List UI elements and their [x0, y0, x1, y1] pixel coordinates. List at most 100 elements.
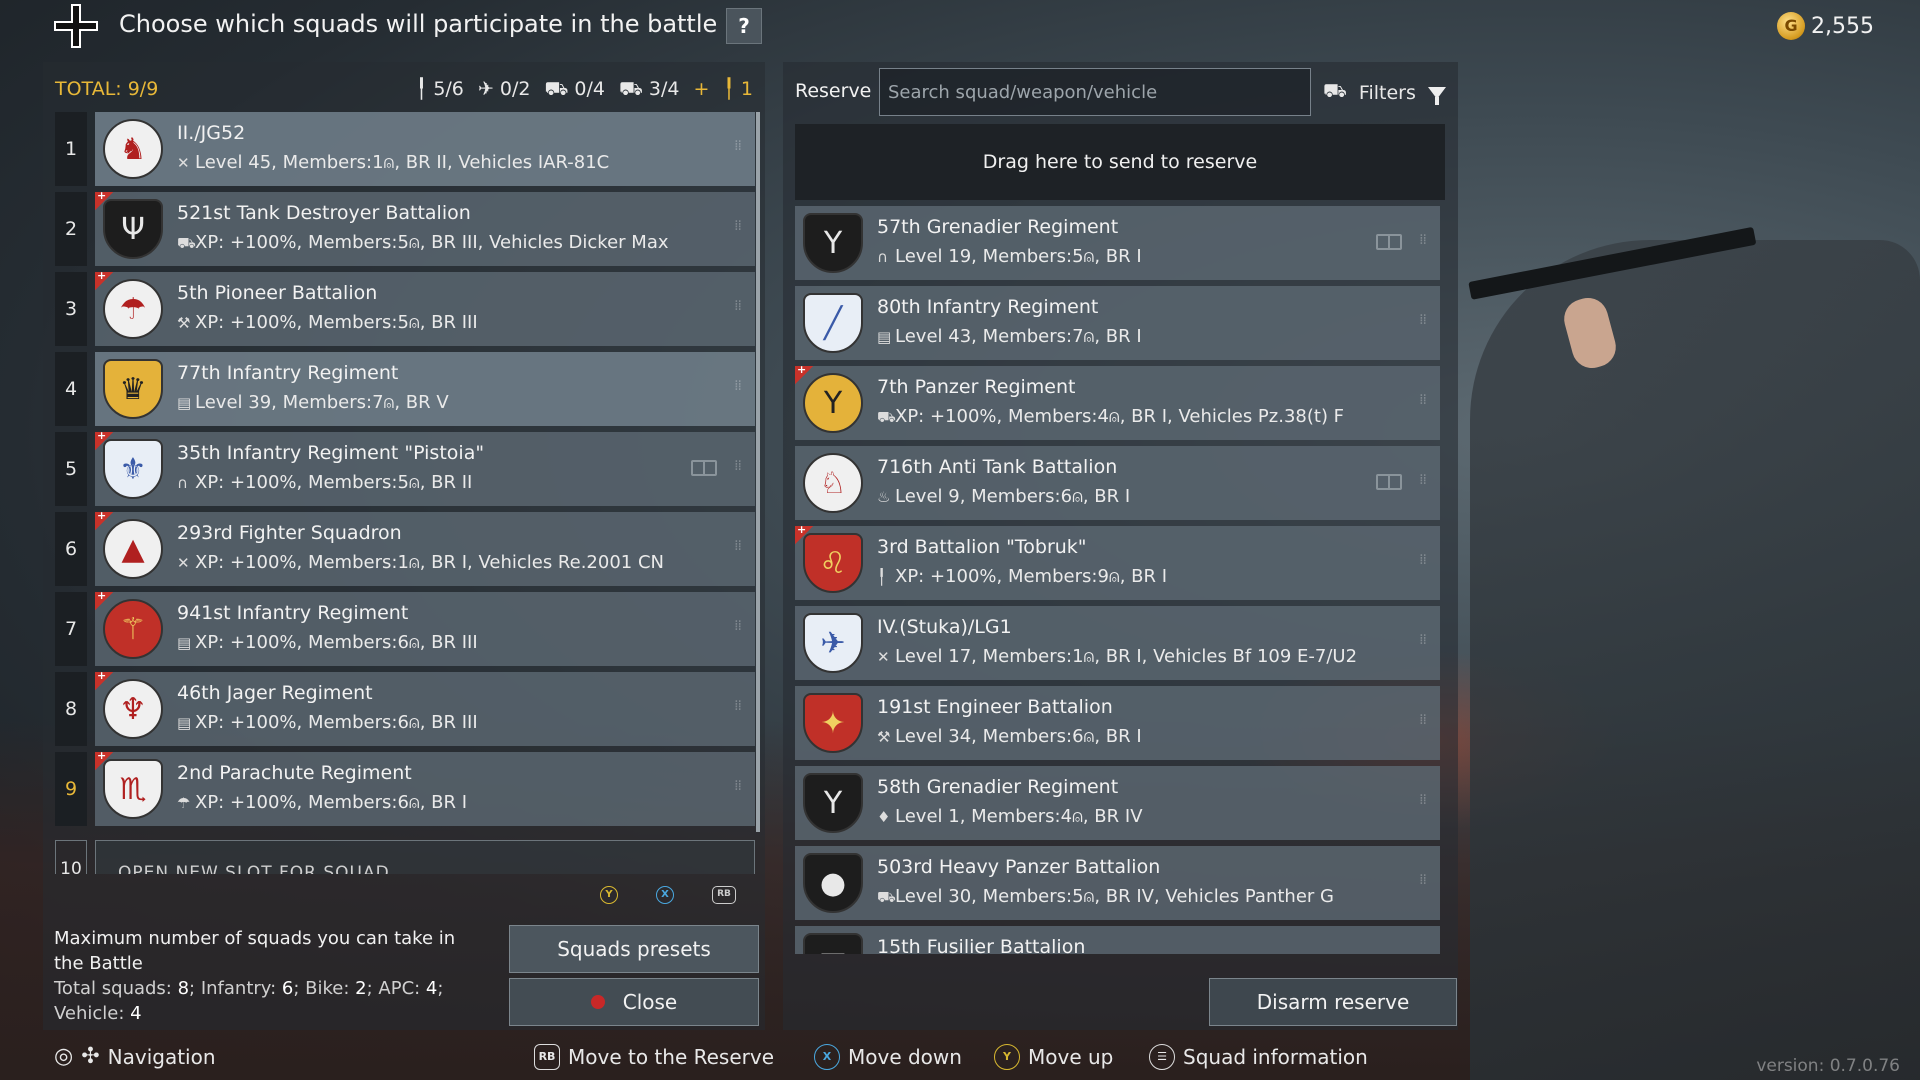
drag-handle-icon[interactable]: ⁞⁞: [1419, 952, 1427, 954]
vehicle-swap-icon[interactable]: [1376, 234, 1402, 250]
squads-presets-button[interactable]: Squads presets: [509, 925, 759, 973]
squad-row[interactable]: ♘ 716th Anti Tank Battalion ♨ Level 9, Me…: [795, 446, 1445, 520]
filters-button[interactable]: ⛟ Filters: [1323, 80, 1446, 105]
squad-card[interactable]: ■ 15th Fusilier Battalion ⁞⁞: [795, 926, 1440, 954]
squad-card[interactable]: ♏ 2nd Parachute Regiment ☂XP: +100%, Mem…: [95, 749, 755, 826]
vehicle-swap-icon[interactable]: [691, 460, 717, 476]
drag-handle-icon[interactable]: ⁞⁞: [734, 298, 742, 314]
slot-number: 8: [55, 672, 87, 746]
squad-card[interactable]: ♞ II./JG52 ✕ Level 45, Members:1⍝, BR II,…: [95, 112, 755, 186]
drag-handle-icon[interactable]: ⁞⁞: [1419, 792, 1427, 808]
slot-number: 1: [55, 112, 87, 186]
squad-name: 191st Engineer Battalion: [877, 696, 1113, 718]
squad-row[interactable]: 7 ⚚ 941st Infantry Regiment ▤XP: +100%, …: [55, 589, 755, 666]
squad-card[interactable]: ♛ 77th Infantry Regiment ▤ Level 39, Memb…: [95, 352, 755, 426]
squad-row[interactable]: 3 ☂ 5th Pioneer Battalion ⚒XP: +100%, Me…: [55, 269, 755, 346]
disarm-reserve-button[interactable]: Disarm reserve: [1209, 978, 1457, 1026]
close-button[interactable]: Close: [509, 978, 759, 1026]
squad-card[interactable]: ⚜ 35th Infantry Regiment "Pistoia" ∩XP: …: [95, 429, 755, 506]
add-slot-icon[interactable]: +: [694, 78, 710, 103]
grenadier-emblem: Y: [803, 213, 863, 273]
drag-handle-icon[interactable]: ⁞⁞: [1419, 392, 1427, 408]
squad-information-hint[interactable]: ☰ Squad information: [1149, 1044, 1368, 1070]
squad-card[interactable]: ╱ 80th Infantry Regiment ▤ Level 43, Memb…: [795, 286, 1440, 360]
squad-row[interactable]: Y 7th Panzer Regiment ⛟XP: +100%, Member…: [795, 363, 1445, 440]
drag-handle-icon[interactable]: ⁞⁞: [1419, 872, 1427, 888]
squad-row[interactable]: ♌ 3rd Battalion "Tobruk" ╿XP: +100%, Mem…: [795, 523, 1445, 600]
battle-squads-panel: TOTAL: 9/9 ╿ 5/6 ✈ 0/2 ⛟ 0/4 ⛟ 3/4 + ╿ 1…: [43, 62, 765, 1030]
top-bar: Choose which squads will participate in …: [0, 0, 1920, 52]
squad-card[interactable]: ✦ 191st Engineer Battalion ⚒ Level 34, Me…: [795, 686, 1440, 760]
drag-handle-icon[interactable]: ⁞⁞: [1419, 232, 1427, 248]
move-down-hint[interactable]: X Move down: [814, 1044, 962, 1070]
squad-card[interactable]: ♆ 46th Jager Regiment ▤XP: +100%, Member…: [95, 669, 755, 746]
open-new-slot-button[interactable]: OPEN NEW SLOT FOR SQUAD: [95, 840, 755, 874]
navigation-hint[interactable]: ◎ ✣ Navigation: [54, 1044, 216, 1069]
max-squads-description: Maximum number of squads you can take in…: [54, 928, 456, 974]
squad-card[interactable]: Y 58th Grenadier Regiment ♦ Level 1, Memb…: [795, 766, 1440, 840]
drag-handle-icon[interactable]: ⁞⁞: [734, 538, 742, 554]
drag-handle-icon[interactable]: ⁞⁞: [1419, 712, 1427, 728]
slot-number: 9: [55, 752, 87, 826]
squad-info: ▤ Level 39, Members:7⍝, BR V: [177, 392, 449, 413]
drag-handle-icon[interactable]: ⁞⁞: [734, 378, 742, 394]
squad-row[interactable]: ■ 15th Fusilier Battalion ⁞⁞: [795, 926, 1445, 954]
squad-row[interactable]: 5 ⚜ 35th Infantry Regiment "Pistoia" ∩XP…: [55, 429, 755, 506]
squad-row[interactable]: 4 ♛ 77th Infantry Regiment ▤ Level 39, Me…: [55, 352, 755, 426]
drag-handle-icon[interactable]: ⁞⁞: [1419, 472, 1427, 488]
squad-card[interactable]: Y 7th Panzer Regiment ⛟XP: +100%, Member…: [795, 363, 1440, 440]
squad-info: ▤ XP: +100%, Members:6⍝, BR III: [177, 712, 478, 733]
squad-info: ▤ Level 43, Members:7⍝, BR I: [877, 326, 1142, 347]
air-count: ✈ 0/2: [477, 78, 531, 100]
drag-handle-icon[interactable]: ⁞⁞: [1419, 552, 1427, 568]
filters-label: Filters: [1358, 81, 1416, 104]
drag-handle-icon[interactable]: ⁞⁞: [734, 698, 742, 714]
y-key-icon: Y: [994, 1044, 1020, 1070]
squad-row[interactable]: ╱ 80th Infantry Regiment ▤ Level 43, Memb…: [795, 286, 1445, 360]
squad-card[interactable]: ♘ 716th Anti Tank Battalion ♨ Level 9, Me…: [795, 446, 1440, 520]
squad-row[interactable]: ✈ IV.(Stuka)/LG1 ✕ Level 17, Members:1⍝, …: [795, 606, 1445, 680]
drag-handle-icon[interactable]: ⁞⁞: [1419, 312, 1427, 328]
move-up-hint[interactable]: Y Move up: [994, 1044, 1113, 1070]
squad-row[interactable]: ✦ 191st Engineer Battalion ⚒ Level 34, Me…: [795, 686, 1445, 760]
squad-row[interactable]: 6 ▲ 293rd Fighter Squadron ✕XP: +100%, M…: [55, 509, 755, 586]
squad-info: ✕ Level 45, Members:1⍝, BR II, Vehicles I…: [177, 152, 610, 173]
squad-card[interactable]: ♌ 3rd Battalion "Tobruk" ╿XP: +100%, Mem…: [795, 523, 1440, 600]
drag-handle-icon[interactable]: ⁞⁞: [734, 618, 742, 634]
tank-count: ⛟ 3/4: [618, 78, 680, 100]
vehicle-swap-icon[interactable]: [1376, 474, 1402, 490]
drag-handle-icon[interactable]: ⁞⁞: [734, 218, 742, 234]
squad-card[interactable]: Ψ 521st Tank Destroyer Battalion ⛟XP: +1…: [95, 189, 755, 266]
squad-row[interactable]: Y 58th Grenadier Regiment ♦ Level 1, Memb…: [795, 766, 1445, 840]
apc-count: ⛟ 0/4: [544, 78, 605, 100]
squad-row[interactable]: 8 ♆ 46th Jager Regiment ▤XP: +100%, Memb…: [55, 669, 755, 746]
squad-card[interactable]: ● 503rd Heavy Panzer Battalion ⛟Level 30…: [795, 846, 1440, 920]
squad-info: ⛟XP: +100%, Members:4⍝, BR I, Vehicles P…: [877, 406, 1345, 427]
help-button[interactable]: ?: [726, 8, 762, 44]
squad-card[interactable]: Y 57th Grenadier Regiment ∩ Level 19, Mem…: [795, 206, 1440, 280]
move-to-reserve-hint[interactable]: RB Move to the Reserve: [534, 1044, 774, 1070]
squad-row[interactable]: 9 ♏ 2nd Parachute Regiment ☂XP: +100%, M…: [55, 749, 755, 826]
drag-handle-icon[interactable]: ⁞⁞: [734, 138, 742, 154]
squad-info: ⛟XP: +100%, Members:5⍝, BR III, Vehicles…: [177, 232, 669, 253]
drag-handle-icon[interactable]: ⁞⁞: [1419, 632, 1427, 648]
document-icon: ▤: [177, 394, 192, 412]
drag-handle-icon[interactable]: ⁞⁞: [734, 778, 742, 794]
crossed-swords-icon: ✕: [177, 154, 190, 172]
open-slot-row[interactable]: 10 OPEN NEW SLOT FOR SQUAD: [55, 840, 755, 874]
reserve-drop-zone[interactable]: Drag here to send to reserve: [795, 124, 1445, 200]
squad-name: 3rd Battalion "Tobruk": [877, 536, 1087, 558]
drag-handle-icon[interactable]: ⁞⁞: [734, 458, 742, 474]
squad-row[interactable]: ● 503rd Heavy Panzer Battalion ⛟Level 30…: [795, 846, 1445, 920]
squad-row[interactable]: 1 ♞ II./JG52 ✕ Level 45, Members:1⍝, BR I…: [55, 112, 755, 186]
search-input[interactable]: [879, 68, 1311, 116]
squad-card[interactable]: ✈ IV.(Stuka)/LG1 ✕ Level 17, Members:1⍝, …: [795, 606, 1440, 680]
gold-coin-icon: G: [1777, 12, 1806, 40]
squad-row[interactable]: Y 57th Grenadier Regiment ∩ Level 19, Mem…: [795, 206, 1445, 280]
squad-row[interactable]: 2 Ψ 521st Tank Destroyer Battalion ⛟XP: …: [55, 189, 755, 266]
squad-list-scrollbar[interactable]: [756, 112, 760, 832]
squad-card[interactable]: ☂ 5th Pioneer Battalion ⚒XP: +100%, Memb…: [95, 269, 755, 346]
squad-card[interactable]: ▲ 293rd Fighter Squadron ✕XP: +100%, Mem…: [95, 509, 755, 586]
headphones-icon: ∩: [177, 474, 188, 492]
squad-card[interactable]: ⚚ 941st Infantry Regiment ▤XP: +100%, Me…: [95, 589, 755, 666]
